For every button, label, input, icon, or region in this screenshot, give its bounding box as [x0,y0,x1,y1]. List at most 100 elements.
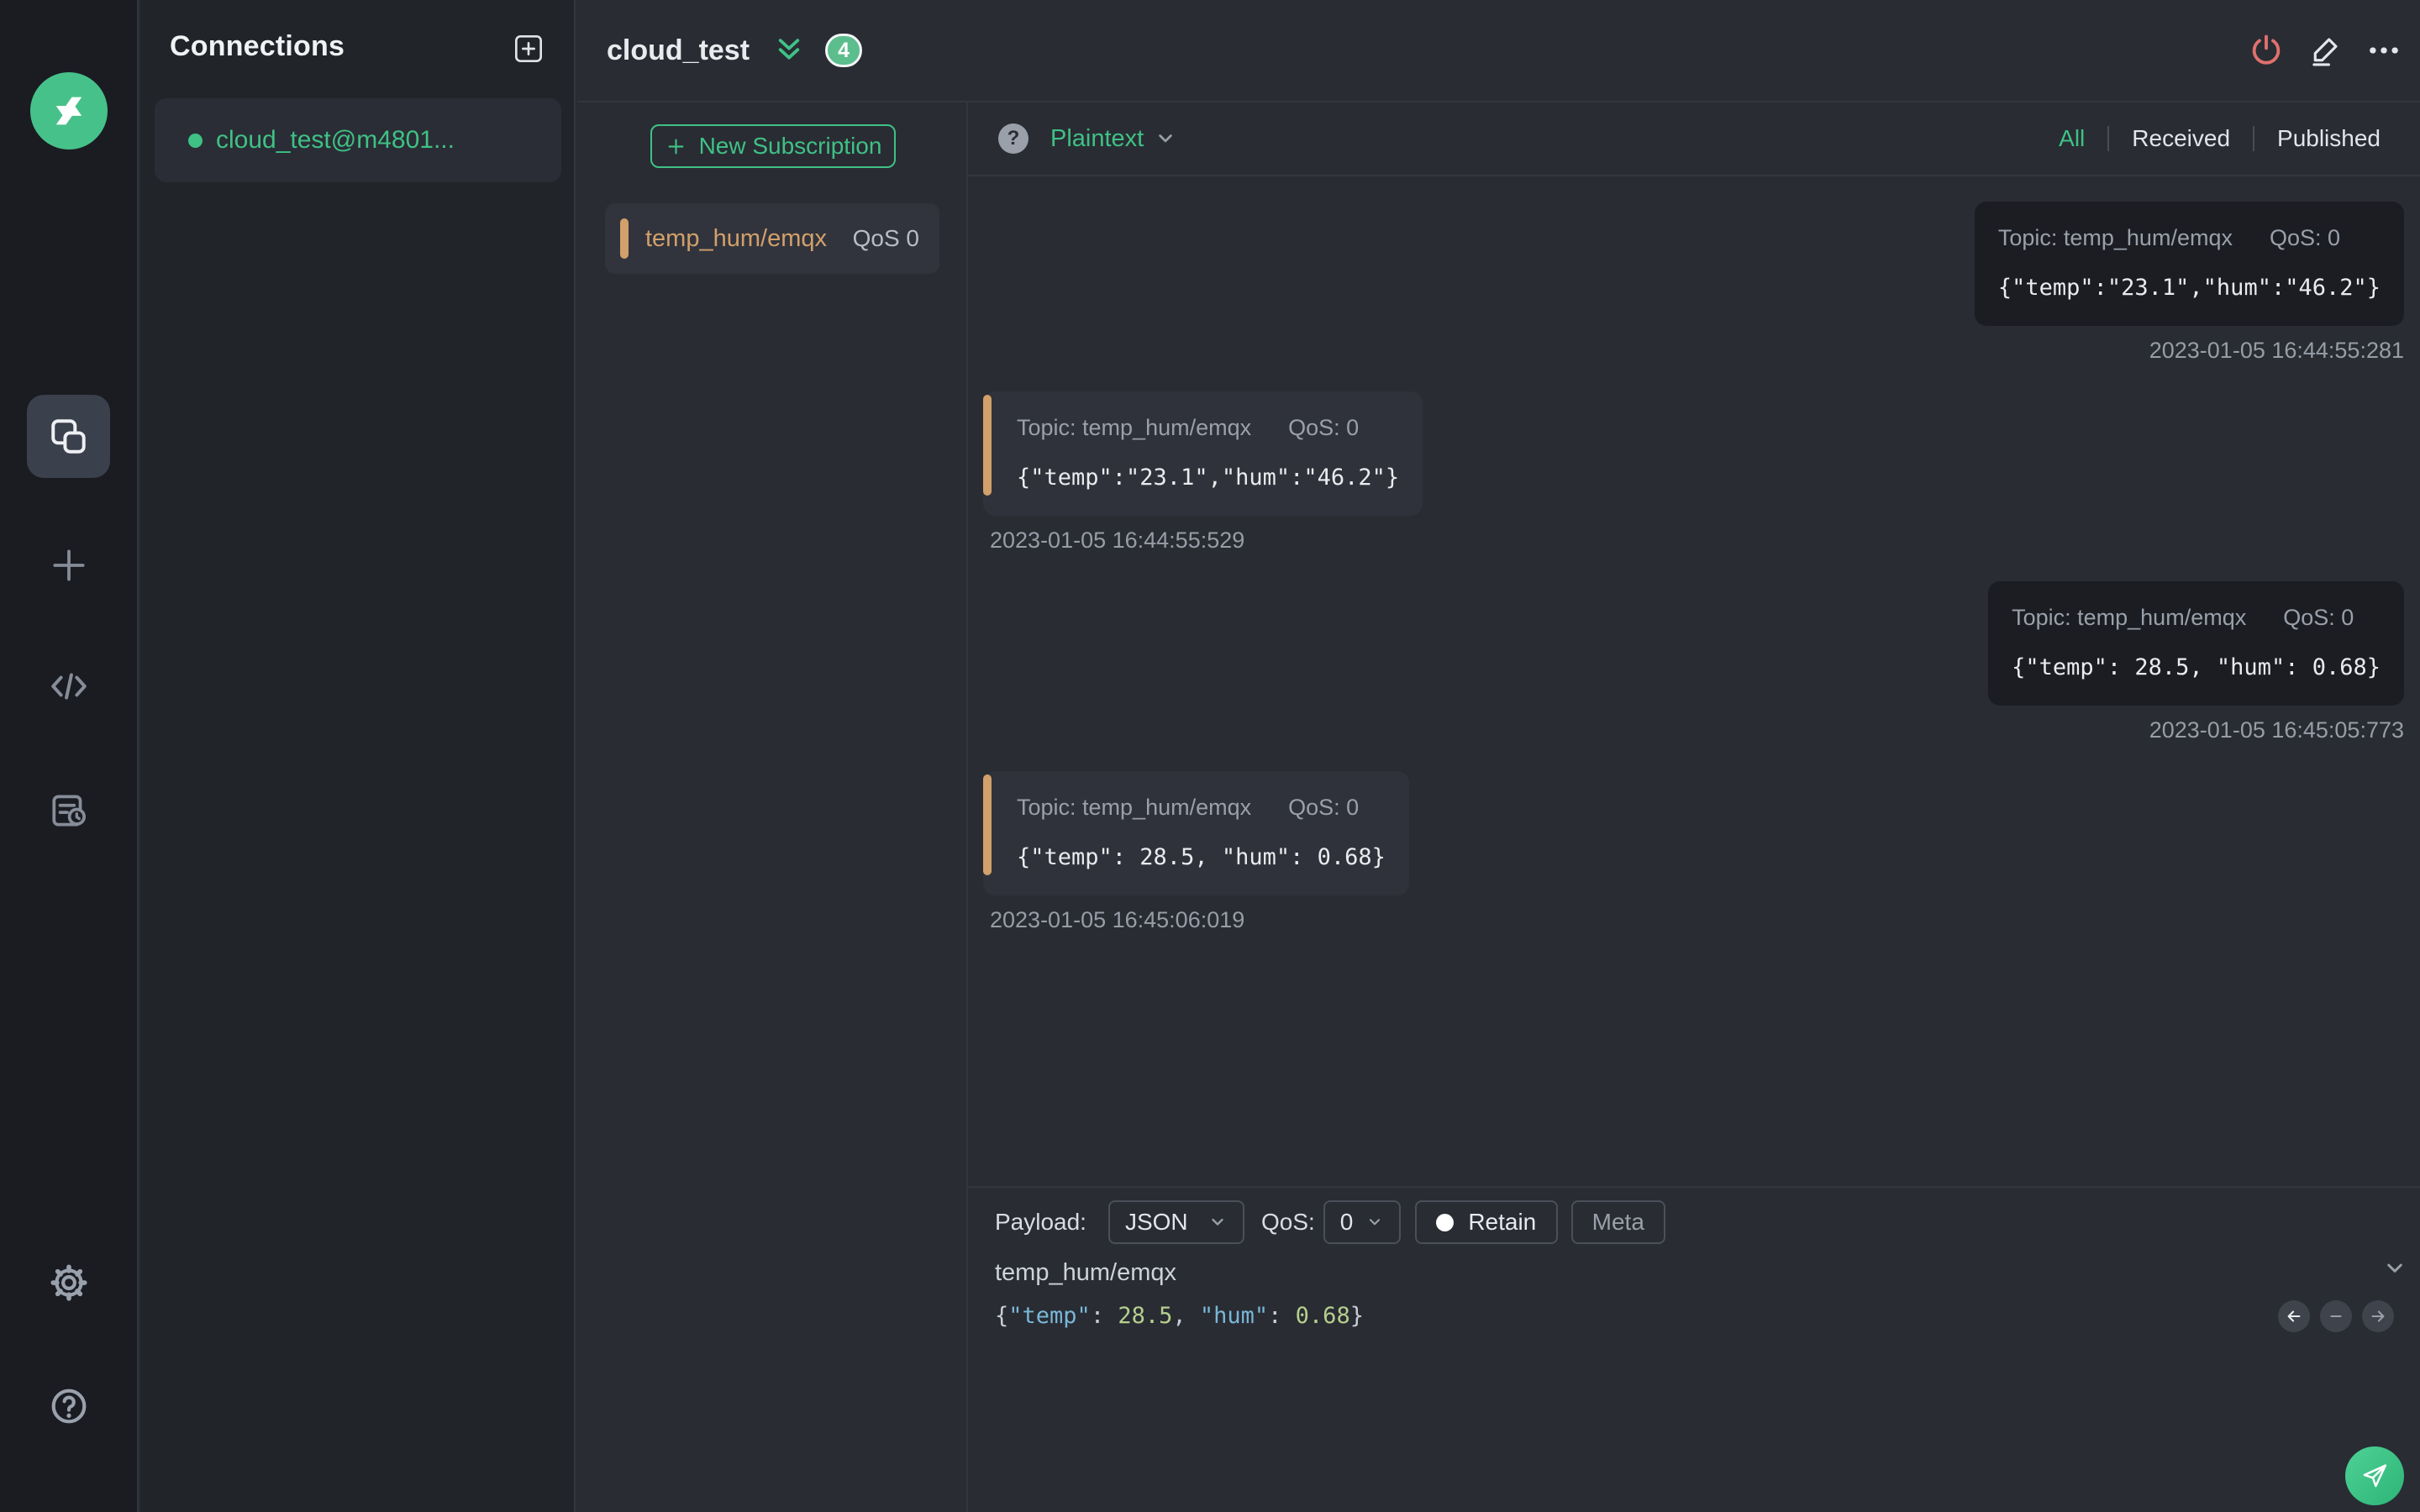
publish-payload-editor[interactable]: {"temp": 28.5, "hum": 0.68} [995,1302,1364,1331]
message-meta: Topic: temp_hum/emqx QoS: 0 [1998,224,2381,251]
script-icon [50,673,87,700]
plus-icon [668,139,684,154]
message-card[interactable]: Topic: temp_hum/emqx QoS: 0 {"temp":"23.… [983,391,1423,516]
message-meta: Topic: temp_hum/emqx QoS: 0 [2012,604,2381,631]
message-card[interactable]: Topic: temp_hum/emqx QoS: 0 {"temp":"23.… [1974,202,2404,326]
payload-history-controls [2278,1300,2394,1332]
connections-icon [50,418,86,454]
message-qos: QoS: 0 [1288,795,1360,820]
message-qos: QoS: 0 [2269,225,2341,250]
new-connection-icon [52,549,85,581]
chevron-down-icon [1207,1212,1228,1232]
sidebar-item-connections[interactable] [27,395,110,478]
message-topic: Topic: temp_hum/emqx [1017,415,1252,440]
new-subscription-button[interactable]: New Subscription [650,124,896,168]
add-connection-button[interactable] [512,32,545,66]
message-card[interactable]: Topic: temp_hum/emqx QoS: 0 {"temp": 28.… [1988,581,2404,706]
subscription-topic: temp_hum/emqx [645,224,827,252]
message-item: Topic: temp_hum/emqx QoS: 0 {"temp": 28.… [1988,581,2404,743]
payload-format-help-icon[interactable]: ? [998,123,1028,154]
history-back-icon[interactable] [2278,1300,2310,1332]
filter-tab-all[interactable]: All [2036,125,2107,152]
publish-toolbar: Payload: JSON QoS: 0 Retain Meta [995,1200,2420,1244]
chevron-down-icon [1365,1213,1384,1231]
message-item: Topic: temp_hum/emqx QoS: 0 {"temp":"23.… [1974,202,2404,364]
message-filter-tabs: All Received Published [2036,125,2403,152]
send-icon [2363,1464,2387,1488]
send-button[interactable] [2345,1446,2404,1505]
message-topic: Topic: temp_hum/emqx [1017,795,1252,820]
messages-column: ? Plaintext All Received Published Topic: … [968,102,2420,1512]
retain-toggle[interactable]: Retain [1414,1200,1558,1244]
log-icon [51,795,86,827]
payload-format-value: JSON [1124,1209,1188,1235]
message-timestamp: 2023-01-05 16:44:55:281 [2149,338,2404,363]
connection-header: cloud_test 4 [577,0,2420,102]
mqttx-logo-icon [55,97,82,125]
chevron-down-icon[interactable] [1154,127,1177,150]
connected-dot [188,133,203,148]
history-remove-icon[interactable] [2320,1300,2352,1332]
payload-format-select[interactable]: Plaintext [1050,125,1144,153]
help-icon [51,1389,86,1424]
message-list: Topic: temp_hum/emqx QoS: 0 {"temp":"23.… [968,176,2420,1186]
qos-value: 0 [1339,1209,1354,1235]
connections-panel-title: Connections [170,30,345,62]
collapse-editor-icon[interactable] [2381,1255,2408,1282]
message-topic: Topic: temp_hum/emqx [1997,225,2233,250]
message-topic: Topic: temp_hum/emqx [2012,605,2247,630]
message-qos: QoS: 0 [2283,605,2354,630]
payload-label: Payload: [995,1209,1086,1235]
mqttx-window: Connections cloud_test@m4801... cloud_te… [0,0,2420,1512]
publish-panel: Payload: JSON QoS: 0 Retain Meta temp_hu… [968,1186,2420,1512]
icon-sidebar [0,0,139,1512]
subscriptions-column: New Subscription temp_hum/emqx QoS 0 [577,102,968,1512]
sidebar-item-script[interactable] [0,665,137,707]
meta-label: Meta [1591,1209,1644,1235]
connection-list-item[interactable]: cloud_test@m4801... [155,98,561,182]
message-card[interactable]: Topic: temp_hum/emqx QoS: 0 {"temp": 28.… [983,771,1409,895]
message-payload: {"temp": 28.5, "hum": 0.68} [1017,844,1386,870]
message-qos: QoS: 0 [1288,415,1360,440]
publish-topic-input[interactable]: temp_hum/emqx [995,1259,1176,1287]
message-count-badge: 4 [825,34,863,67]
message-timestamp: 2023-01-05 16:45:06:019 [990,907,1245,932]
new-subscription-label: New Subscription [698,133,882,159]
connections-panel: Connections cloud_test@m4801... [140,0,576,1512]
subscription-accent-bar [620,218,629,259]
message-payload: {"temp":"23.1","hum":"46.2"} [1997,275,2381,301]
qos-label: QoS: [1260,1209,1315,1235]
subscription-item[interactable]: temp_hum/emqx QoS 0 [605,203,939,274]
message-timestamp: 2023-01-05 16:45:05:773 [2149,717,2404,743]
header-actions [2249,33,2402,68]
meta-button[interactable]: Meta [1570,1200,1665,1244]
message-timestamp: 2023-01-05 16:44:55:529 [990,528,1245,553]
filter-tab-published[interactable]: Published [2254,125,2403,152]
qos-dropdown[interactable]: 0 [1323,1200,1401,1244]
more-ellipsis-icon[interactable] [2366,33,2402,68]
payload-format-dropdown[interactable]: JSON [1107,1200,1244,1244]
message-item: Topic: temp_hum/emqx QoS: 0 {"temp": 28.… [983,771,1409,933]
received-accent-bar [983,774,992,875]
history-forward-icon[interactable] [2362,1300,2394,1332]
retain-dot [1436,1213,1455,1231]
sidebar-item-log[interactable] [0,790,137,832]
message-item: Topic: temp_hum/emqx QoS: 0 {"temp":"23.… [983,391,1423,554]
message-payload: {"temp": 28.5, "hum": 0.68} [2012,654,2381,680]
connection-title: cloud_test [607,34,750,66]
sidebar-item-settings[interactable] [0,1262,137,1304]
mqttx-logo [30,72,108,150]
disconnect-power-icon[interactable] [2249,33,2284,68]
subscription-qos: QoS 0 [852,225,919,251]
edit-pencil-icon[interactable] [2307,33,2343,68]
settings-icon [50,1264,87,1301]
message-meta: Topic: temp_hum/emqx QoS: 0 [1017,414,1399,441]
sidebar-item-help[interactable] [0,1385,137,1427]
double-chevron-down-icon[interactable] [773,34,805,66]
message-payload: {"temp":"23.1","hum":"46.2"} [1017,465,1400,491]
message-meta: Topic: temp_hum/emqx QoS: 0 [1017,794,1386,821]
filter-tab-received[interactable]: Received [2109,125,2253,152]
retain-label: Retain [1468,1209,1537,1235]
messages-toolbar: ? Plaintext All Received Published [968,102,2420,176]
sidebar-item-new-connection[interactable] [0,544,137,586]
